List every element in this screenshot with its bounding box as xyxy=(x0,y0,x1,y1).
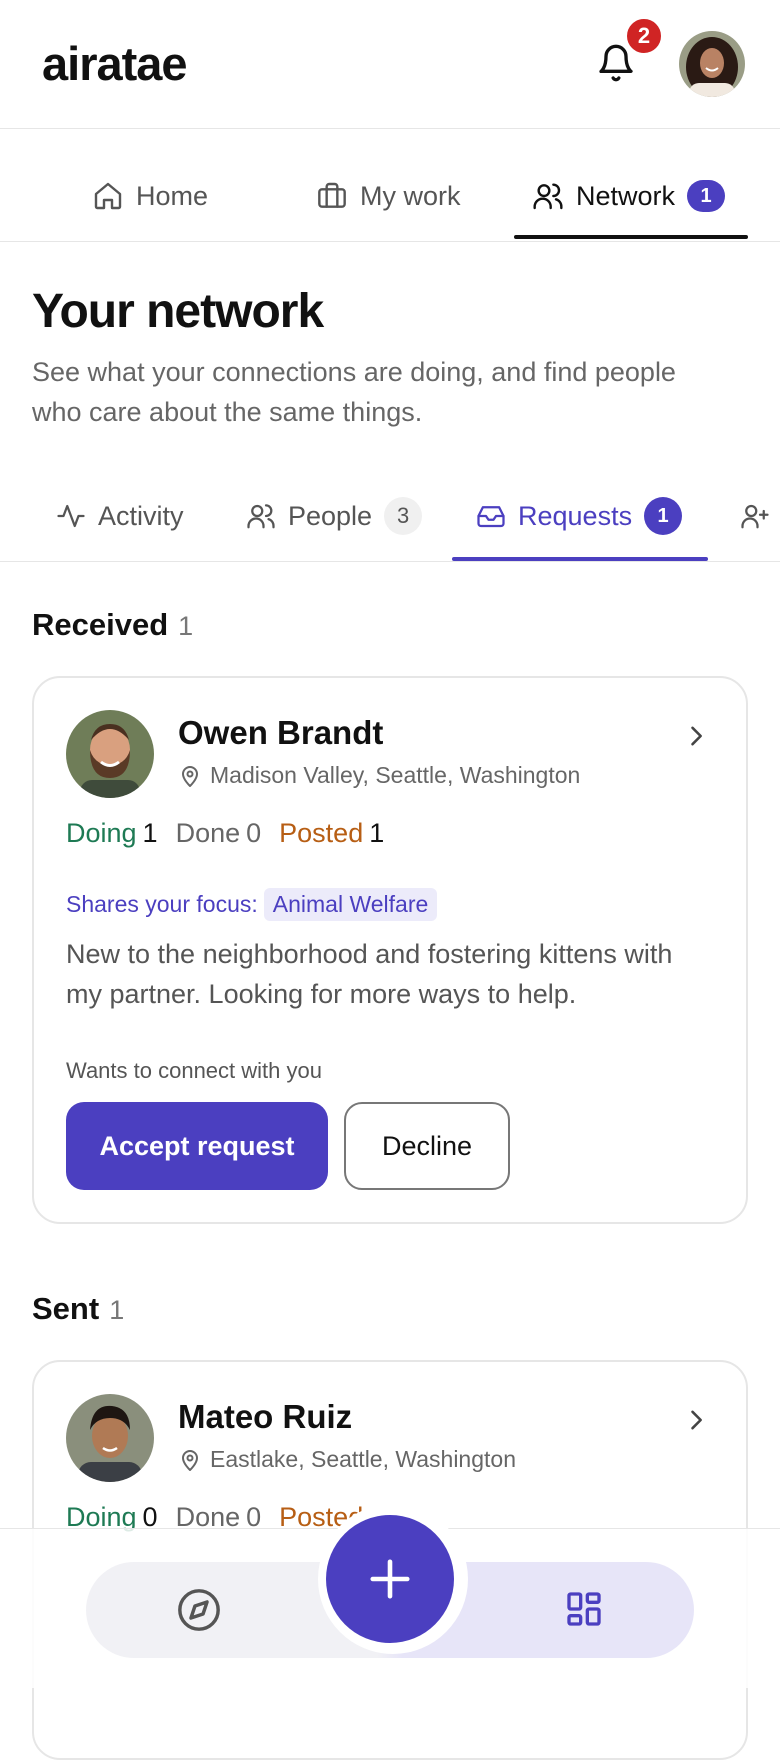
active-subtab-indicator xyxy=(452,557,708,561)
network-subtabs: Activity People 3 Requests 1 xyxy=(0,462,780,562)
tab-home-label: Home xyxy=(136,180,209,211)
chevron-right-icon[interactable] xyxy=(682,1406,710,1434)
create-button[interactable] xyxy=(326,1515,454,1643)
connect-note: Wants to connect with you xyxy=(66,1058,322,1083)
shared-focus-label: Shares your focus: xyxy=(66,891,258,917)
subtab-activity-label: Activity xyxy=(98,500,184,531)
received-count: 1 xyxy=(178,611,194,641)
avatar xyxy=(66,710,154,798)
grid-icon[interactable] xyxy=(564,1589,604,1629)
map-pin-icon xyxy=(182,1449,198,1471)
inbox-icon xyxy=(477,506,505,528)
subtab-activity[interactable]: Activity xyxy=(56,496,184,536)
requests-badge: 1 xyxy=(644,497,683,535)
location-text: Eastlake, Seattle, Washington xyxy=(210,1446,516,1472)
shared-focus: Shares your focus: Animal Welfare xyxy=(66,888,438,921)
chevron-right-icon[interactable] xyxy=(682,722,710,750)
tab-network[interactable]: Network 1 xyxy=(532,176,726,216)
home-icon xyxy=(94,182,122,210)
app-logo[interactable]: airatae xyxy=(42,36,188,92)
users-icon xyxy=(533,183,563,210)
top-bar: airatae 2 xyxy=(0,0,780,129)
person-bio: New to the neighborhood and fostering ki… xyxy=(66,939,673,1009)
sent-count: 1 xyxy=(109,1295,125,1325)
focus-tag: Animal Welfare xyxy=(263,888,438,921)
stat-doing: Doing 1 xyxy=(66,818,158,848)
subtab-people[interactable]: People 3 xyxy=(246,496,423,536)
plus-icon xyxy=(370,1559,410,1599)
tab-home[interactable]: Home xyxy=(92,176,208,216)
page-subtitle: See what your connections are doing, and… xyxy=(32,357,676,427)
briefcase-icon xyxy=(318,182,346,208)
sent-heading: Sent 1 xyxy=(32,1291,124,1327)
accept-request-button[interactable]: Accept request xyxy=(66,1102,328,1190)
people-count: 3 xyxy=(384,497,423,535)
notification-badge: 2 xyxy=(624,16,664,56)
stat-done: Done 0 xyxy=(175,818,262,848)
network-badge: 1 xyxy=(687,180,726,212)
main-tabs: Home My work Network 1 xyxy=(0,130,780,242)
avatar xyxy=(66,1394,154,1482)
activity-icon xyxy=(57,504,85,528)
person-location: Eastlake, Seattle, Washington xyxy=(178,1446,516,1473)
subtab-people-label: People xyxy=(288,500,373,531)
users-icon xyxy=(247,504,275,529)
person-stats: Doing 1 Done 0 Posted 1 xyxy=(66,818,384,849)
request-card[interactable]: Owen Brandt Madison Valley, Seattle, Was… xyxy=(32,676,748,1224)
subtab-requests[interactable]: Requests 1 xyxy=(476,496,683,536)
user-avatar[interactable] xyxy=(679,31,745,97)
tab-my-work[interactable]: My work xyxy=(316,176,461,216)
stat-posted: Posted 1 xyxy=(279,818,385,848)
tab-my-work-label: My work xyxy=(360,180,461,211)
person-name[interactable]: Mateo Ruiz xyxy=(178,1398,352,1436)
subtab-add-people[interactable] xyxy=(740,496,770,536)
subtab-requests-label: Requests xyxy=(518,500,633,531)
map-pin-icon xyxy=(182,765,198,787)
active-tab-indicator xyxy=(514,235,748,239)
decline-button[interactable]: Decline xyxy=(344,1102,510,1190)
received-heading-label: Received xyxy=(32,607,169,642)
add-user-icon xyxy=(741,504,769,529)
person-name[interactable]: Owen Brandt xyxy=(178,714,383,752)
page-title: Your network xyxy=(32,285,324,338)
person-location: Madison Valley, Seattle, Washington xyxy=(178,762,580,789)
compass-icon[interactable] xyxy=(176,1587,222,1633)
sent-heading-label: Sent xyxy=(32,1291,100,1326)
location-text: Madison Valley, Seattle, Washington xyxy=(210,762,581,788)
received-heading: Received 1 xyxy=(32,607,193,643)
tab-network-label: Network xyxy=(576,180,676,211)
